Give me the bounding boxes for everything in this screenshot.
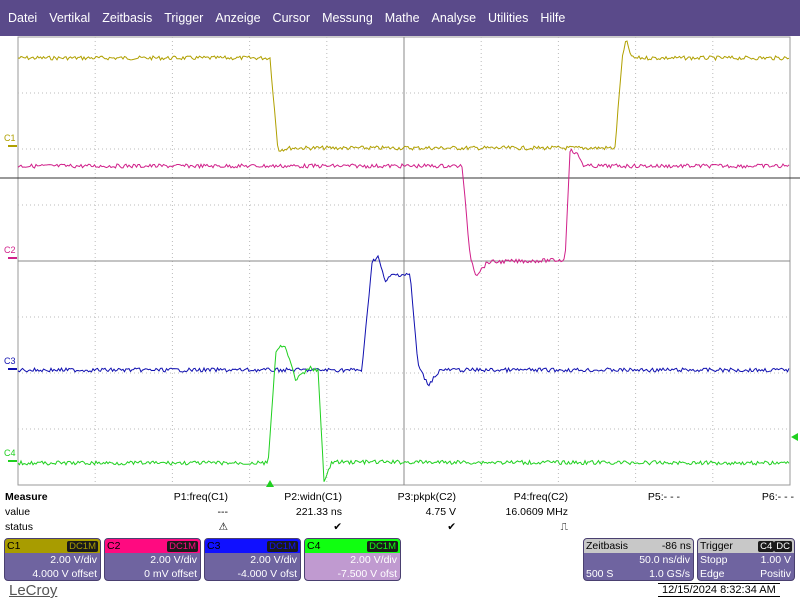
measure-p3-name[interactable]: P3:pkpk(C2)	[398, 491, 456, 503]
channel-box-c3[interactable]: C3 DC1M 2.00 V/div -4.000 V ofst	[204, 538, 301, 581]
menu-hilfe[interactable]: Hilfe	[534, 11, 571, 25]
channel-label: C1	[7, 540, 21, 552]
trigger-title: Trigger	[700, 540, 733, 552]
measure-p3-value: 4.75 V	[425, 506, 456, 518]
measure-p4-value: 16.0609 MHz	[505, 506, 568, 518]
channel-box-c2[interactable]: C2 DC1M 2.00 V/div 0 mV offset	[104, 538, 201, 581]
ground-marker-c3: C3	[4, 356, 16, 366]
channel-label: C2	[107, 540, 121, 552]
measure-p4-status: ⎍	[560, 521, 568, 533]
waveform-display[interactable]: C1 C2 C3 C4	[0, 36, 800, 488]
measure-p2-status: ✔	[333, 521, 342, 533]
menu-zeitbasis[interactable]: Zeitbasis	[96, 11, 158, 25]
menu-bar: Datei Vertikal Zeitbasis Trigger Anzeige Curs…	[0, 0, 800, 36]
measure-p1-value: ---	[217, 506, 229, 518]
trigger-mode: Stopp	[700, 554, 728, 566]
measure-p6-name[interactable]: P6:- - -	[762, 491, 794, 503]
channel-offset: -4.000 V ofst	[237, 568, 297, 580]
channel-coupling: DC1M	[367, 540, 398, 552]
channel-scale: 2.00 V/div	[150, 554, 197, 566]
channel-label: C3	[207, 540, 221, 552]
trigger-source: C4	[758, 541, 775, 552]
menu-utilities[interactable]: Utilities	[482, 11, 534, 25]
ground-marker-c1: C1	[4, 133, 16, 143]
measure-p4-name[interactable]: P4:freq(C2)	[514, 491, 568, 503]
value-row-label: value	[5, 506, 31, 518]
timebase-title: Zeitbasis	[586, 540, 629, 552]
trigger-level: 1.00 V	[760, 554, 791, 566]
ground-marker-c4: C4	[4, 448, 16, 458]
menu-vertikal[interactable]: Vertikal	[43, 11, 96, 25]
channel-scale: 2.00 V/div	[250, 554, 297, 566]
timebase-samples: 500 S	[586, 568, 614, 580]
channel-scale: 2.00 V/div	[350, 554, 397, 566]
measure-panel: Measure P1:freq(C1) P2:widn(C1) P3:pkpk(C2…	[0, 489, 800, 537]
measure-p1-name[interactable]: P1:freq(C1)	[174, 491, 228, 503]
timebase-scale: 50.0 ns/div	[639, 554, 690, 566]
channel-offset: -7.500 V ofst	[337, 568, 397, 580]
measure-p5-name[interactable]: P5:- - -	[648, 491, 680, 503]
ground-marker-c2: C2	[4, 245, 16, 255]
measure-p2-name[interactable]: P2:widn(C1)	[284, 491, 342, 503]
channel-label: C4	[307, 540, 321, 552]
channel-scale: 2.00 V/div	[50, 554, 97, 566]
channel-box-c4[interactable]: C4 DC1M 2.00 V/div -7.500 V ofst	[304, 538, 401, 581]
measure-p3-status: ✔	[447, 521, 456, 533]
measure-p1-status: ⚠	[218, 521, 228, 533]
menu-messung[interactable]: Messung	[316, 11, 379, 25]
menu-cursor[interactable]: Cursor	[267, 11, 317, 25]
trigger-level-marker-icon	[791, 433, 798, 441]
menu-mathe[interactable]: Mathe	[379, 11, 426, 25]
channel-coupling: DC1M	[267, 540, 298, 552]
timebase-delay: -86 ns	[661, 540, 691, 552]
channel-box-c1[interactable]: C1 DC1M 2.00 V/div 4.000 V offset	[4, 538, 101, 581]
trigger-type: Edge	[700, 568, 725, 580]
trigger-coupling: DC	[774, 541, 792, 552]
menu-anzeige[interactable]: Anzeige	[209, 11, 266, 25]
menu-datei[interactable]: Datei	[2, 11, 43, 25]
status-row-label: status	[5, 521, 34, 533]
trigger-slope: Positiv	[760, 568, 791, 580]
timebase-rate: 1.0 GS/s	[649, 568, 690, 580]
datetime: 12/15/2024 8:32:34 AM	[658, 583, 780, 597]
channel-offset: 0 mV offset	[144, 568, 197, 580]
menu-analyse[interactable]: Analyse	[426, 11, 482, 25]
channel-offset: 4.000 V offset	[32, 568, 97, 580]
channel-coupling: DC1M	[67, 540, 98, 552]
timebase-box[interactable]: Zeitbasis -86 ns 50.0 ns/div 500 S 1.0 GS/…	[583, 538, 694, 581]
menu-trigger[interactable]: Trigger	[158, 11, 209, 25]
measure-title: Measure	[5, 491, 48, 503]
measure-p2-value: 221.33 ns	[295, 506, 342, 518]
lecroy-logo: LeCroy	[9, 582, 58, 599]
channel-coupling: DC1M	[167, 540, 198, 552]
trigger-box[interactable]: Trigger C4 DC Stopp 1.00 V Edge Positiv	[697, 538, 795, 581]
